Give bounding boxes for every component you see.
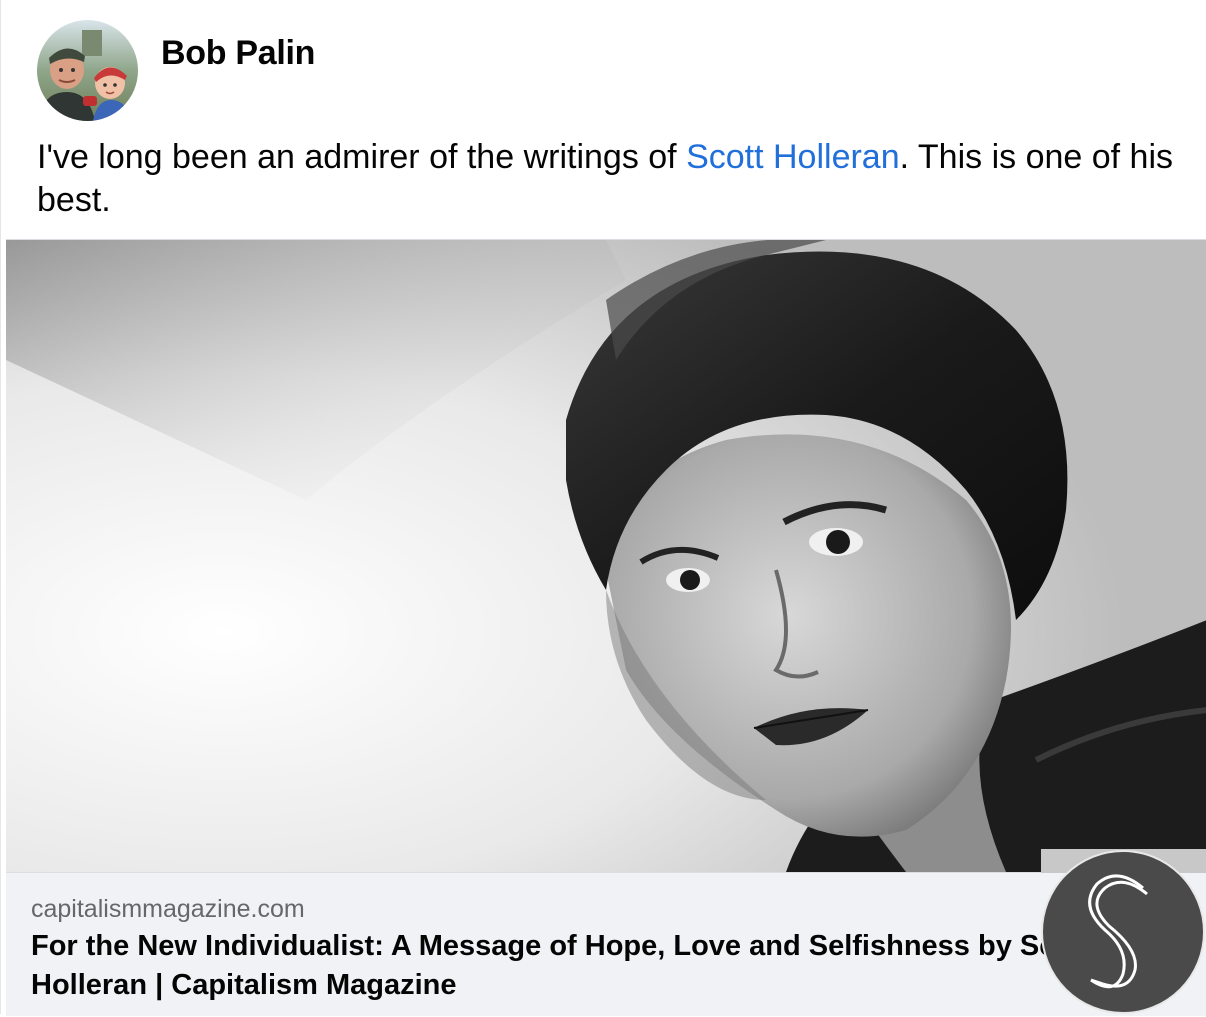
facebook-post: Bob Palin I've long been an admirer of t… xyxy=(0,0,1206,1016)
link-title[interactable]: For the New Individualist: A Message of … xyxy=(31,927,1191,1005)
link-preview-info[interactable]: capitalismmagazine.com For the New Indiv… xyxy=(6,872,1206,1016)
mention-link[interactable]: Scott Holleran xyxy=(686,138,900,176)
link-preview-image[interactable] xyxy=(6,240,1206,872)
site-logo-icon xyxy=(1041,850,1205,1014)
post-message: I've long been an admirer of the writing… xyxy=(37,136,1177,222)
post-header: Bob Palin xyxy=(37,20,637,122)
author-avatar[interactable] xyxy=(37,20,138,121)
link-preview-card[interactable]: capitalismmagazine.com For the New Indiv… xyxy=(6,239,1206,1016)
link-domain: capitalismmagazine.com xyxy=(31,895,305,923)
author-name[interactable]: Bob Palin xyxy=(161,34,315,73)
post-text-before-link: I've long been an admirer of the writing… xyxy=(37,138,687,176)
